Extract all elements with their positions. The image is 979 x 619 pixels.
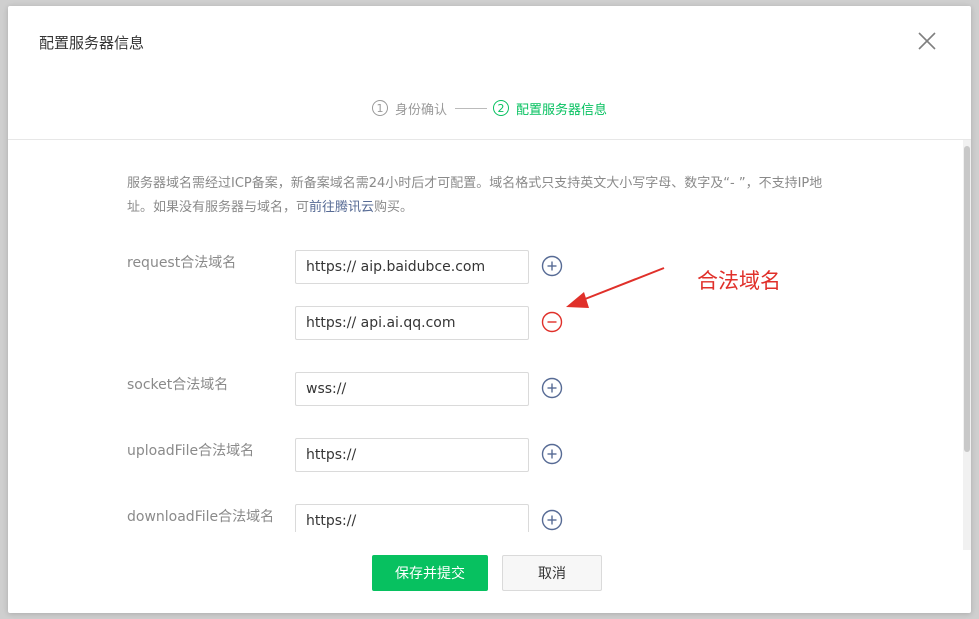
close-icon[interactable] (916, 30, 938, 52)
step-indicator: 1 身份确认 2 配置服务器信息 (8, 96, 971, 120)
tencent-cloud-link[interactable]: 前往腾讯云 (309, 200, 374, 215)
form-body: 服务器域名需经过ICP备案，新备案域名需24小时后才可配置。域名格式只支持英文大… (8, 140, 963, 532)
request-domain-input-2[interactable]: https:// api.ai.qq.com (295, 306, 529, 340)
step-identity: 1 身份确认 (371, 99, 447, 118)
config-server-dialog: 配置服务器信息 1 身份确认 2 配置服务器信息 服务器域名需经过ICP备案，新… (8, 6, 971, 613)
request-domain-label: request合法域名 (127, 255, 237, 271)
step-number: 2 (493, 100, 509, 116)
add-circle-icon[interactable] (541, 443, 563, 465)
save-submit-button[interactable]: 保存并提交 (372, 555, 488, 591)
step-connector (455, 107, 487, 109)
add-circle-icon[interactable] (541, 509, 563, 531)
notice-text: 服务器域名需经过ICP备案，新备案域名需24小时后才可配置。域名格式只支持英文大… (127, 172, 839, 220)
scrollbar-thumb[interactable] (964, 146, 970, 452)
uploadfile-domain-label: uploadFile合法域名 (127, 443, 255, 459)
notice-text-end: 购买。 (374, 200, 414, 215)
downloadfile-domain-input[interactable]: https:// (295, 504, 529, 532)
socket-domain-input[interactable]: wss:// (295, 372, 529, 406)
add-circle-icon[interactable] (541, 377, 563, 399)
dialog-footer: 保存并提交 取消 (8, 532, 971, 613)
annotation-label: 合法域名 (697, 269, 781, 293)
downloadfile-domain-label: downloadFile合法域名 (127, 509, 275, 525)
step-server-config: 2 配置服务器信息 (493, 99, 607, 118)
step-number: 1 (371, 100, 388, 116)
notice-text-main: 服务器域名需经过ICP备案，新备案域名需24小时后才可配置。域名格式只支持英文大… (127, 176, 823, 215)
step-label: 配置服务器信息 (516, 102, 608, 118)
uploadfile-domain-input[interactable]: https:// (295, 438, 529, 472)
request-domain-input-1[interactable]: https:// aip.baidubce.com (295, 250, 529, 284)
step-label: 身份确认 (394, 102, 447, 118)
cancel-button[interactable]: 取消 (502, 555, 602, 591)
dialog-title: 配置服务器信息 (39, 34, 145, 52)
socket-domain-label: socket合法域名 (127, 377, 229, 393)
annotation-arrow-icon (566, 267, 665, 308)
